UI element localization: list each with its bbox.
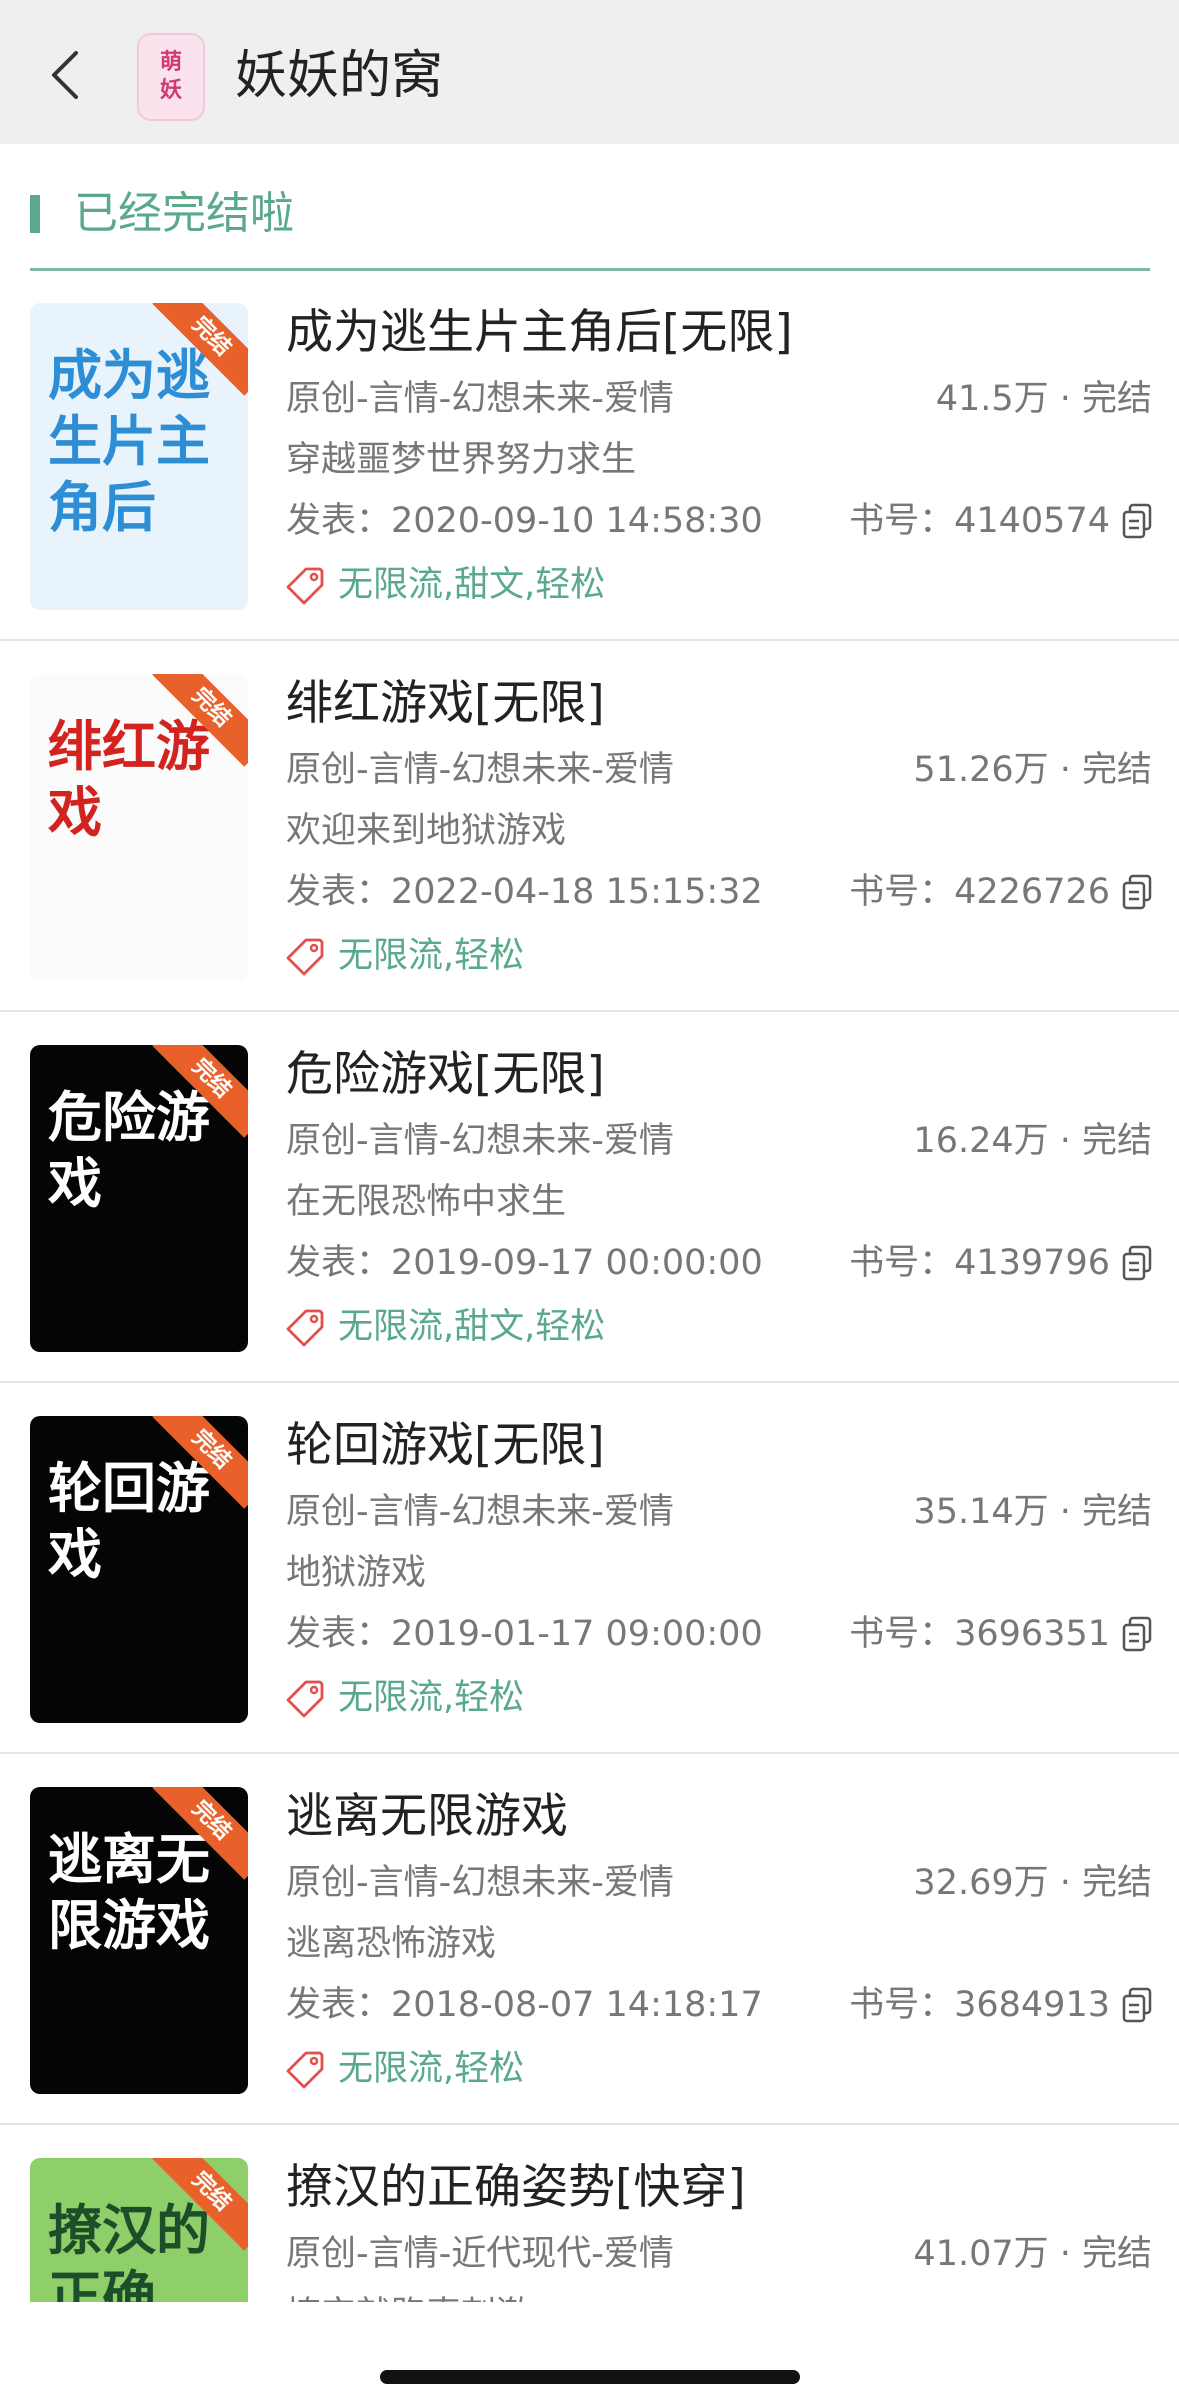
book-publish-date: 发表：2020-09-10 14:58:30 (286, 501, 763, 541)
book-description: 穿越噩梦世界努力求生 (286, 440, 637, 480)
book-tags: 无限流,轻松 (286, 931, 524, 981)
book-publish-date: 发表：2019-09-17 00:00:00 (286, 1243, 763, 1283)
book-tags-text: 无限流,甜文,轻松 (338, 565, 606, 605)
book-tags: 无限流,轻松 (286, 1673, 524, 1723)
copy-icon[interactable] (1122, 503, 1152, 539)
cover-title-art: 撩汉的正确 (48, 2199, 210, 2302)
book-id[interactable]: 书号：4226726 (849, 867, 1152, 917)
book-category: 原创-言情-幻想未来-爱情 (286, 1863, 674, 1903)
tag-icon (286, 1309, 324, 1347)
copy-icon[interactable] (1122, 874, 1152, 910)
book-title[interactable]: 轮回游戏[无限] (286, 1413, 605, 1479)
book-title[interactable]: 逃离无限游戏 (286, 1784, 568, 1850)
chevron-left-icon (52, 51, 78, 99)
book-tags-text: 无限流,轻松 (338, 2049, 525, 2089)
book-publish-date: 发表：2018-08-07 14:18:17 (286, 1985, 763, 2025)
book-cover[interactable]: 轮回游戏 完结 (30, 1416, 248, 1723)
section-header: 已经完结啦 (0, 175, 1179, 271)
book-list: 成为逃生片主角后 完结 成为逃生片主角后[无限] 原创-言情-幻想未来-爱情 4… (0, 272, 1179, 2302)
book-title[interactable]: 危险游戏[无限] (286, 1042, 605, 1108)
book-id[interactable]: 书号：4139796 (849, 1238, 1152, 1288)
book-word-count: 41.07万 · 完结 (913, 2234, 1152, 2274)
tag-icon (286, 2051, 324, 2089)
tag-icon (286, 567, 324, 605)
book-tags: 无限流,甜文,轻松 (286, 1302, 605, 1352)
book-cover[interactable]: 危险游戏 完结 (30, 1045, 248, 1352)
book-description: 地狱游戏 (286, 1553, 427, 1593)
book-id[interactable]: 书号：3684913 (849, 1980, 1152, 2030)
book-row[interactable]: 绯红游戏 完结 绯红游戏[无限] 原创-言情-幻想未来-爱情 51.26万 · … (0, 643, 1179, 1012)
home-indicator[interactable] (380, 2370, 800, 2384)
book-id[interactable]: 书号：3696351 (849, 1609, 1152, 1659)
cover-title-art: 绯红游戏 (48, 715, 210, 844)
book-id-text: 书号：4140574 (849, 501, 1110, 541)
book-cover[interactable]: 绯红游戏 完结 (30, 674, 248, 981)
section-title: 已经完结啦 (74, 188, 294, 239)
book-word-count: 35.14万 · 完结 (913, 1492, 1152, 1532)
top-bar: 萌 妖 妖妖的窝 (0, 0, 1179, 144)
book-row[interactable]: 危险游戏 完结 危险游戏[无限] 原创-言情-幻想未来-爱情 16.24万 · … (0, 1014, 1179, 1383)
copy-icon[interactable] (1122, 1245, 1152, 1281)
section-marker (30, 195, 40, 233)
book-tags-text: 无限流,轻松 (338, 936, 525, 976)
avatar-text-2: 妖 (159, 78, 182, 103)
book-id-text: 书号：3696351 (849, 1614, 1110, 1654)
cover-title-art: 轮回游戏 (48, 1457, 210, 1586)
book-id[interactable]: 书号：4140574 (849, 496, 1152, 546)
book-id-text: 书号：4226726 (849, 872, 1110, 912)
book-word-count: 32.69万 · 完结 (913, 1863, 1152, 1903)
book-id-text: 书号：3684913 (849, 1985, 1110, 2025)
book-description: 撩完就跑真刺激 (286, 2290, 531, 2302)
cover-title-art: 危险游戏 (48, 1086, 210, 1215)
back-button[interactable] (40, 40, 90, 110)
book-title[interactable]: 撩汉的正确姿势[快穿] (286, 2155, 746, 2221)
book-description: 逃离恐怖游戏 (286, 1924, 497, 1964)
book-row[interactable]: 轮回游戏 完结 轮回游戏[无限] 原创-言情-幻想未来-爱情 35.14万 · … (0, 1385, 1179, 1754)
book-category: 原创-言情-幻想未来-爱情 (286, 1492, 674, 1532)
copy-icon[interactable] (1122, 1616, 1152, 1652)
book-description: 在无限恐怖中求生 (286, 1182, 567, 1222)
cover-title-art: 成为逃生片主角后 (48, 344, 210, 539)
book-id-text: 书号：4139796 (849, 1243, 1110, 1283)
book-category: 原创-言情-幻想未来-爱情 (286, 379, 674, 419)
cover-title-art: 逃离无限游戏 (48, 1828, 210, 1957)
book-category: 原创-言情-幻想未来-爱情 (286, 1121, 674, 1161)
book-word-count: 51.26万 · 完结 (913, 750, 1152, 790)
book-title[interactable]: 绯红游戏[无限] (286, 671, 605, 737)
book-cover[interactable]: 逃离无限游戏 完结 (30, 1787, 248, 2094)
page-title: 妖妖的窝 (235, 46, 444, 106)
book-row[interactable]: 成为逃生片主角后 完结 成为逃生片主角后[无限] 原创-言情-幻想未来-爱情 4… (0, 272, 1179, 641)
tag-icon (286, 1680, 324, 1718)
book-description: 欢迎来到地狱游戏 (286, 811, 567, 851)
book-category: 原创-言情-幻想未来-爱情 (286, 750, 674, 790)
book-word-count: 16.24万 · 完结 (913, 1121, 1152, 1161)
book-cover[interactable]: 撩汉的正确 完结 (30, 2158, 248, 2302)
author-avatar: 萌 妖 (137, 33, 205, 121)
book-word-count: 41.5万 · 完结 (935, 379, 1152, 419)
section-divider (30, 268, 1150, 271)
book-row[interactable]: 逃离无限游戏 完结 逃离无限游戏 原创-言情-幻想未来-爱情 32.69万 · … (0, 1756, 1179, 2125)
book-tags-text: 无限流,甜文,轻松 (338, 1307, 606, 1347)
book-publish-date: 发表：2019-01-17 09:00:00 (286, 1614, 763, 1654)
book-publish-date: 发表：2022-04-18 15:15:32 (286, 872, 763, 912)
book-tags-text: 无限流,轻松 (338, 1678, 525, 1718)
copy-icon[interactable] (1122, 1987, 1152, 2023)
book-tags: 无限流,甜文,轻松 (286, 560, 605, 610)
book-tags: 无限流,轻松 (286, 2044, 524, 2094)
book-row[interactable]: 撩汉的正确 完结 撩汉的正确姿势[快穿] 原创-言情-近代现代-爱情 41.07… (0, 2127, 1179, 2302)
avatar-text-1: 萌 (159, 50, 182, 75)
tag-icon (286, 938, 324, 976)
book-category: 原创-言情-近代现代-爱情 (286, 2234, 674, 2274)
book-cover[interactable]: 成为逃生片主角后 完结 (30, 303, 248, 610)
book-title[interactable]: 成为逃生片主角后[无限] (286, 300, 793, 366)
